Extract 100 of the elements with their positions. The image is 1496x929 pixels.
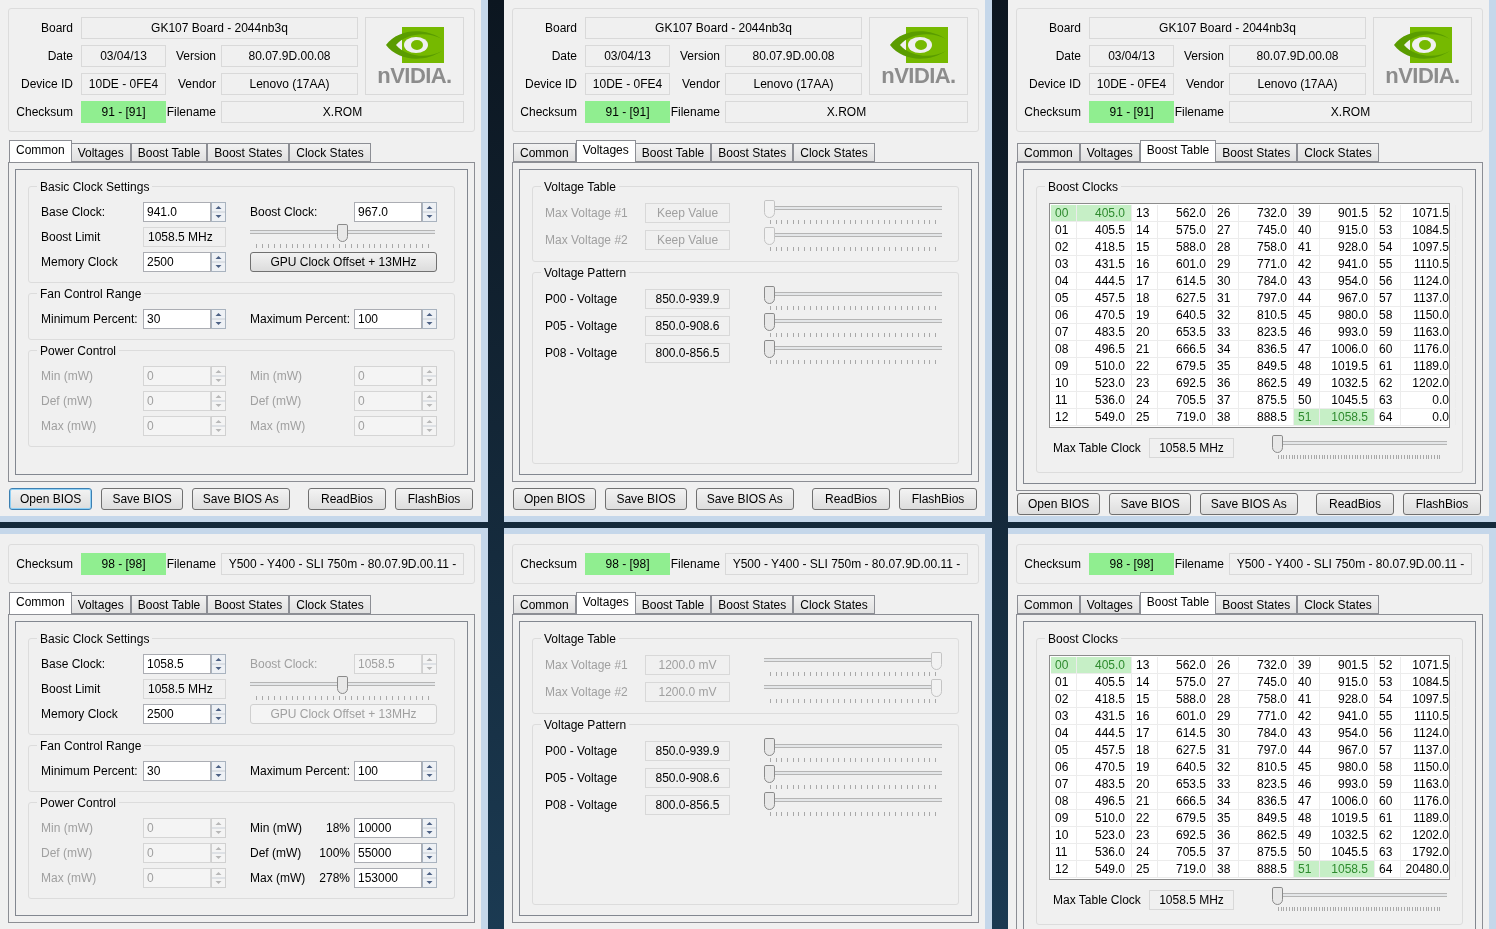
- table-cell[interactable]: 1163.0: [1401, 776, 1456, 792]
- table-cell[interactable]: 1019.5: [1320, 358, 1375, 374]
- table-cell[interactable]: 862.5: [1239, 375, 1294, 391]
- toolbar-button[interactable]: FlashBios: [395, 488, 473, 510]
- table-cell[interactable]: 43: [1294, 725, 1320, 741]
- table-cell[interactable]: 49: [1294, 375, 1320, 391]
- clock-offset-button[interactable]: GPU Clock Offset + 13MHz: [250, 251, 437, 272]
- tab[interactable]: Boost Table: [130, 595, 208, 614]
- table-cell[interactable]: 1084.5: [1401, 674, 1456, 690]
- toolbar-button[interactable]: Save BIOS: [101, 488, 183, 510]
- table-cell[interactable]: 549.0: [1077, 861, 1132, 877]
- table-cell[interactable]: 48: [1294, 810, 1320, 826]
- table-cell[interactable]: 1176.0: [1401, 341, 1456, 357]
- table-cell[interactable]: 915.0: [1320, 674, 1375, 690]
- table-cell[interactable]: 1006.0: [1320, 341, 1375, 357]
- table-cell[interactable]: 53: [1375, 674, 1401, 690]
- table-cell[interactable]: 11: [1051, 392, 1077, 408]
- table-cell[interactable]: 745.0: [1239, 222, 1294, 238]
- tab[interactable]: Voltages: [575, 592, 636, 614]
- table-cell[interactable]: 1071.5: [1401, 205, 1456, 221]
- table-cell[interactable]: 13: [1132, 657, 1158, 673]
- table-cell[interactable]: 19: [1132, 307, 1158, 323]
- table-cell[interactable]: 745.0: [1239, 674, 1294, 690]
- table-cell[interactable]: 60: [1375, 341, 1401, 357]
- table-cell[interactable]: 862.5: [1239, 827, 1294, 843]
- table-cell[interactable]: 20: [1132, 324, 1158, 340]
- table-cell[interactable]: 37: [1213, 844, 1239, 860]
- slider[interactable]: [764, 737, 942, 764]
- slider-thumb[interactable]: [764, 312, 775, 331]
- table-cell[interactable]: 05: [1051, 290, 1077, 306]
- table-cell[interactable]: 03: [1051, 256, 1077, 272]
- table-cell[interactable]: 0.0: [1401, 392, 1456, 408]
- number-field[interactable]: 153000: [354, 867, 422, 888]
- table-cell[interactable]: 980.0: [1320, 307, 1375, 323]
- table-cell[interactable]: 588.0: [1158, 239, 1213, 255]
- table-cell[interactable]: 27: [1213, 674, 1239, 690]
- tab[interactable]: Voltages: [70, 595, 131, 614]
- table-cell[interactable]: 1137.0: [1401, 290, 1456, 306]
- tab[interactable]: Common: [513, 143, 576, 162]
- table-cell[interactable]: 405.0: [1077, 657, 1132, 673]
- table-cell[interactable]: 1097.5: [1401, 691, 1456, 707]
- table-cell[interactable]: 46: [1294, 324, 1320, 340]
- table-cell[interactable]: 15: [1132, 691, 1158, 707]
- table-cell[interactable]: 20480.0: [1401, 861, 1456, 877]
- table-cell[interactable]: 1058.5: [1320, 409, 1375, 425]
- table-cell[interactable]: 0.0: [1401, 409, 1456, 425]
- table-cell[interactable]: 59: [1375, 776, 1401, 792]
- table-cell[interactable]: 16: [1132, 708, 1158, 724]
- table-cell[interactable]: 42: [1294, 708, 1320, 724]
- slider-thumb[interactable]: [764, 764, 775, 783]
- table-cell[interactable]: 496.5: [1077, 341, 1132, 357]
- table-cell[interactable]: 692.5: [1158, 827, 1213, 843]
- slider-thumb[interactable]: [764, 737, 775, 756]
- table-cell[interactable]: 496.5: [1077, 793, 1132, 809]
- table-cell[interactable]: 771.0: [1239, 256, 1294, 272]
- table-cell[interactable]: 21: [1132, 793, 1158, 809]
- table-cell[interactable]: 810.5: [1239, 759, 1294, 775]
- spin-arrows-icon[interactable]: [422, 817, 437, 838]
- table-cell[interactable]: 719.0: [1158, 409, 1213, 425]
- number-field[interactable]: 967.0: [354, 201, 422, 222]
- table-cell[interactable]: 12: [1051, 409, 1077, 425]
- spin-arrows-icon[interactable]: [211, 308, 226, 329]
- spin-arrows-icon[interactable]: [422, 201, 437, 222]
- table-cell[interactable]: 418.5: [1077, 691, 1132, 707]
- table-cell[interactable]: 562.0: [1158, 205, 1213, 221]
- toolbar-button[interactable]: ReadBios: [812, 488, 890, 510]
- table-cell[interactable]: 875.5: [1239, 392, 1294, 408]
- slider-thumb[interactable]: [337, 675, 348, 694]
- number-field[interactable]: 941.0: [143, 201, 211, 222]
- slider-thumb[interactable]: [1272, 435, 1283, 453]
- spin-arrows-icon[interactable]: [211, 251, 226, 272]
- table-cell[interactable]: 22: [1132, 810, 1158, 826]
- table-cell[interactable]: 47: [1294, 341, 1320, 357]
- table-cell[interactable]: 954.0: [1320, 273, 1375, 289]
- tab[interactable]: Boost States: [207, 143, 290, 162]
- table-cell[interactable]: 61: [1375, 810, 1401, 826]
- table-cell[interactable]: 941.0: [1320, 256, 1375, 272]
- table-cell[interactable]: 836.5: [1239, 793, 1294, 809]
- table-cell[interactable]: 23: [1132, 827, 1158, 843]
- table-cell[interactable]: 575.0: [1158, 674, 1213, 690]
- table-cell[interactable]: 614.5: [1158, 725, 1213, 741]
- table-cell[interactable]: 13: [1132, 205, 1158, 221]
- toolbar-button[interactable]: Open BIOS: [1017, 492, 1101, 515]
- slider[interactable]: [250, 223, 435, 250]
- spin-arrows-icon[interactable]: [422, 308, 437, 329]
- table-cell[interactable]: 980.0: [1320, 759, 1375, 775]
- table-cell[interactable]: 16: [1132, 256, 1158, 272]
- toolbar-button[interactable]: Save BIOS As: [695, 488, 794, 510]
- table-cell[interactable]: 01: [1051, 222, 1077, 238]
- table-cell[interactable]: 42: [1294, 256, 1320, 272]
- table-cell[interactable]: 1176.0: [1401, 793, 1456, 809]
- table-cell[interactable]: 1019.5: [1320, 810, 1375, 826]
- table-cell[interactable]: 993.0: [1320, 776, 1375, 792]
- tab[interactable]: Common: [1017, 595, 1080, 614]
- table-cell[interactable]: 48: [1294, 358, 1320, 374]
- tab[interactable]: Common: [1017, 143, 1080, 162]
- number-field[interactable]: 30: [143, 308, 211, 329]
- table-cell[interactable]: 1137.0: [1401, 742, 1456, 758]
- spin-arrows-icon[interactable]: [422, 842, 437, 863]
- table-cell[interactable]: 09: [1051, 810, 1077, 826]
